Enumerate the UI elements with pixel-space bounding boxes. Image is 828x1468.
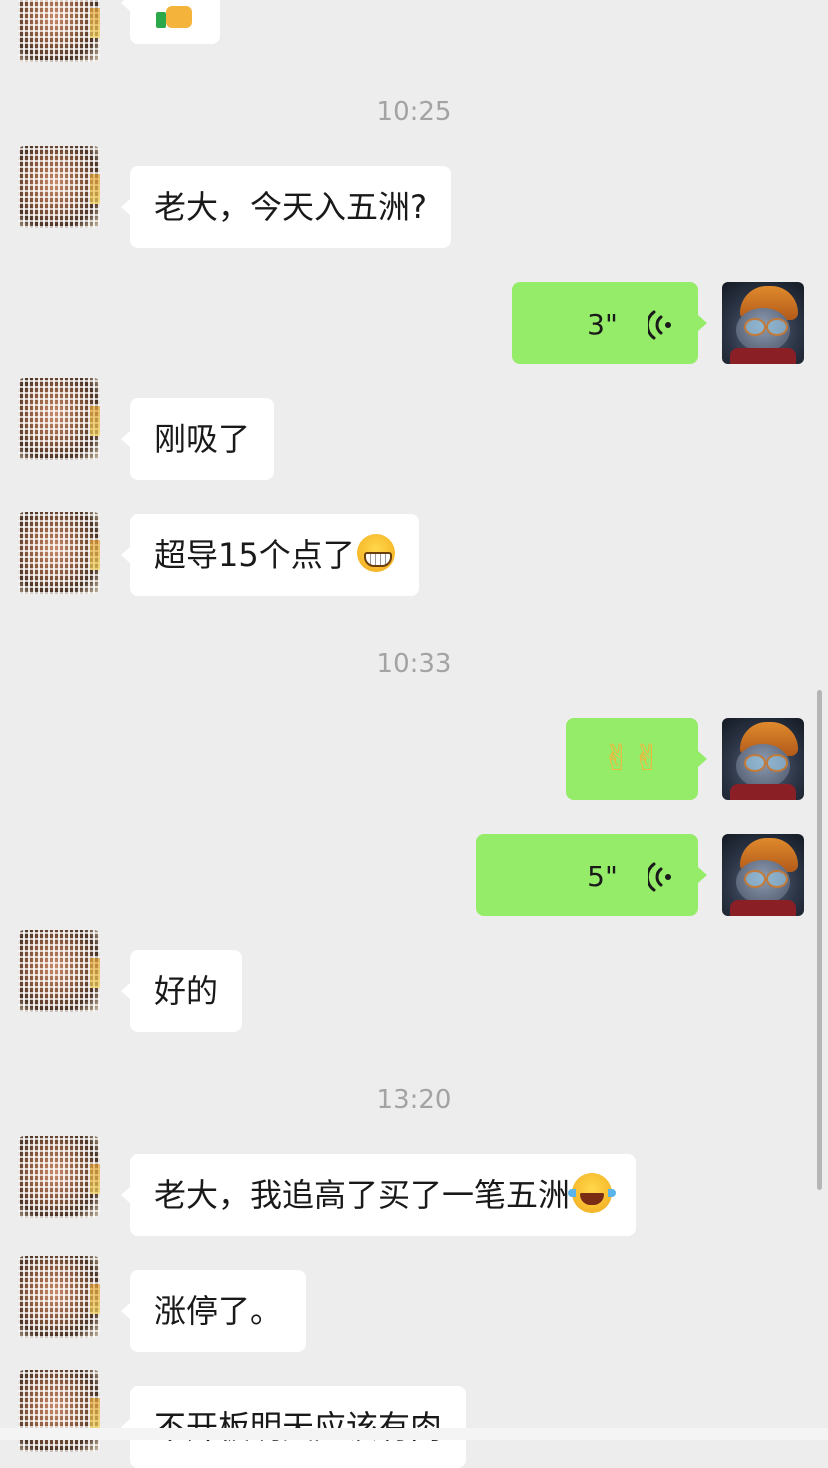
voice-message-bubble[interactable]: 5" bbox=[476, 834, 707, 916]
message-bubble-received[interactable] bbox=[121, 0, 220, 44]
scrollbar[interactable] bbox=[817, 690, 822, 1190]
voice-duration: 3" bbox=[587, 308, 618, 341]
message-bubble-received[interactable]: 好的 bbox=[120, 950, 243, 1032]
contact-avatar[interactable] bbox=[18, 146, 100, 228]
message-bubble-received[interactable]: 老大，我追高了买了一笔五洲 bbox=[120, 1154, 637, 1236]
my-avatar[interactable] bbox=[722, 282, 804, 364]
message-text: 超导15个点了 bbox=[154, 536, 355, 574]
voice-duration: 5" bbox=[587, 860, 618, 893]
my-avatar[interactable] bbox=[722, 834, 804, 916]
tears-of-joy-emoji-icon bbox=[568, 1173, 617, 1213]
timestamp: 10:33 bbox=[376, 649, 452, 679]
grinning-emoji-icon bbox=[356, 534, 395, 572]
contact-avatar[interactable] bbox=[18, 0, 100, 62]
my-avatar[interactable] bbox=[722, 718, 804, 800]
message-bubble-received[interactable]: 超导15个点了 bbox=[121, 514, 419, 596]
timestamp: 10:25 bbox=[376, 97, 452, 127]
contact-avatar[interactable] bbox=[18, 1256, 100, 1338]
message-bubble-sent[interactable]: ✌✌ bbox=[566, 718, 707, 800]
voice-wave-icon bbox=[648, 862, 671, 892]
message-text: 涨停了。 bbox=[154, 1292, 283, 1330]
input-bar-edge bbox=[0, 1428, 828, 1440]
message-text: 刚吸了 bbox=[154, 420, 251, 458]
message-bubble-received[interactable]: 不开板明天应该有肉 bbox=[120, 1386, 467, 1468]
message-text: 老大，我追高了买了一笔五洲 bbox=[154, 1176, 571, 1214]
chat-view[interactable]: 10:25 老大，今天入五洲? 3" 刚吸了 超导15个点了 10:33 ✌✌ bbox=[0, 0, 828, 1468]
thumbs-up-emoji-icon bbox=[156, 2, 194, 30]
victory-hand-emoji-icon: ✌✌ bbox=[601, 738, 663, 779]
contact-avatar[interactable] bbox=[18, 930, 100, 1012]
message-text: 老大，今天入五洲? bbox=[154, 188, 427, 226]
message-bubble-received[interactable]: 老大，今天入五洲? bbox=[121, 166, 451, 248]
message-text: 好的 bbox=[154, 972, 219, 1010]
contact-avatar[interactable] bbox=[18, 378, 100, 460]
message-bubble-received[interactable]: 涨停了。 bbox=[120, 1270, 307, 1352]
timestamp: 13:20 bbox=[376, 1085, 452, 1115]
message-bubble-received[interactable]: 刚吸了 bbox=[120, 398, 275, 480]
voice-message-bubble[interactable]: 3" bbox=[512, 282, 707, 364]
contact-avatar[interactable] bbox=[18, 512, 100, 594]
message-text: 不开板明天应该有肉 bbox=[154, 1408, 443, 1446]
voice-wave-icon bbox=[648, 310, 671, 340]
contact-avatar[interactable] bbox=[18, 1136, 100, 1218]
